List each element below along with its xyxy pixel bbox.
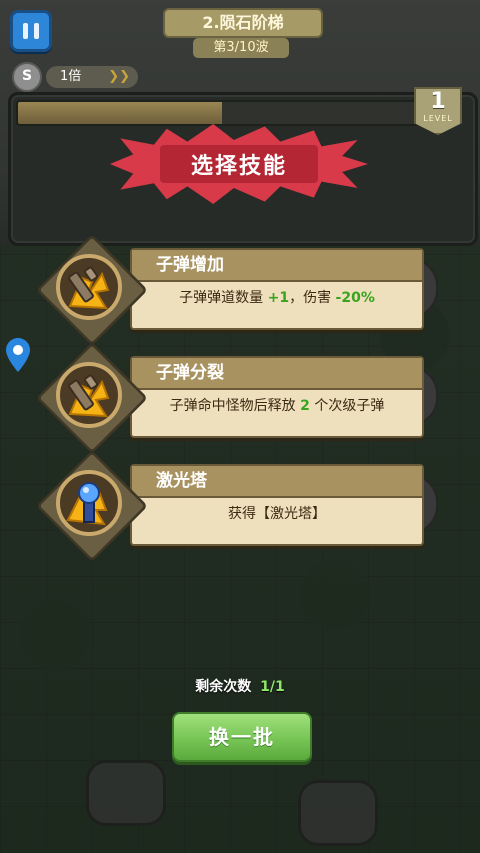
pause-button[interactable] — [10, 10, 52, 52]
skill-card[interactable]: 激光塔获得【激光塔】 — [36, 450, 438, 562]
select-skill-banner: 选择技能 — [110, 124, 368, 204]
skill-card-panel[interactable]: 激光塔获得【激光塔】 — [130, 464, 424, 546]
skill-description: 子弹弹道数量 +1，伤害 -20% — [132, 286, 422, 310]
speed-control[interactable]: S 1倍 ❯❯ — [12, 62, 138, 92]
speed-label[interactable]: 1倍 ❯❯ — [46, 66, 138, 88]
skill-name: 子弹增加 — [156, 255, 224, 275]
gun-icon — [56, 254, 122, 320]
skill-description: 获得【激光塔】 — [132, 502, 422, 526]
pause-icon-bar — [34, 23, 39, 39]
skill-name: 子弹分裂 — [156, 363, 224, 383]
skill-value-highlight: -20% — [335, 290, 375, 306]
speed-icon: S — [12, 62, 42, 92]
skill-value-highlight: +1 — [267, 290, 290, 306]
remaining-count: 1/1 — [260, 679, 285, 695]
skill-description-text: 获得【激光塔】 — [228, 506, 326, 522]
skill-card-panel[interactable]: 子弹增加子弹弹道数量 +1，伤害 -20% — [130, 248, 424, 330]
remaining-label: 剩余次数 — [195, 679, 252, 695]
skill-description-text: ，伤害 — [289, 290, 336, 306]
skill-description-text: 子弹命中怪物后释放 — [169, 398, 301, 414]
pause-icon-bar — [23, 23, 28, 39]
skill-card-header: 激光塔 — [132, 466, 422, 498]
laser-tower-icon — [56, 470, 122, 536]
gun-icon — [56, 362, 122, 428]
level-word: LEVEL — [423, 114, 453, 123]
level-number: 1 — [430, 89, 446, 114]
location-pin-icon[interactable] — [6, 338, 30, 372]
fast-forward-icon: ❯❯ — [108, 69, 130, 84]
level-title: 2.陨石阶梯 — [163, 8, 323, 38]
skill-card[interactable]: 子弹分裂子弹命中怪物后释放 2 个次级子弹 — [36, 342, 438, 454]
skill-name: 激光塔 — [156, 471, 207, 491]
xp-progress-bar — [16, 100, 420, 126]
speed-value: 1倍 — [60, 69, 82, 84]
skill-description-text: 子弹弹道数量 — [179, 290, 268, 306]
wave-counter: 第3/10波 — [193, 38, 289, 58]
banner-title: 选择技能 — [160, 145, 318, 183]
skill-value-highlight: 2 — [300, 398, 310, 414]
skill-description: 子弹命中怪物后释放 2 个次级子弹 — [132, 394, 422, 418]
skill-card-panel[interactable]: 子弹分裂子弹命中怪物后释放 2 个次级子弹 — [130, 356, 424, 438]
skill-card[interactable]: 子弹增加子弹弹道数量 +1，伤害 -20% — [36, 234, 438, 346]
skill-card-header: 子弹增加 — [132, 250, 422, 282]
remaining-refreshes: 剩余次数 1/1 — [0, 676, 480, 696]
refresh-skills-button[interactable]: 换一批 — [172, 712, 312, 762]
skill-description-text: 个次级子弹 — [309, 398, 385, 414]
skill-card-header: 子弹分裂 — [132, 358, 422, 390]
xp-progress-fill — [18, 102, 222, 124]
